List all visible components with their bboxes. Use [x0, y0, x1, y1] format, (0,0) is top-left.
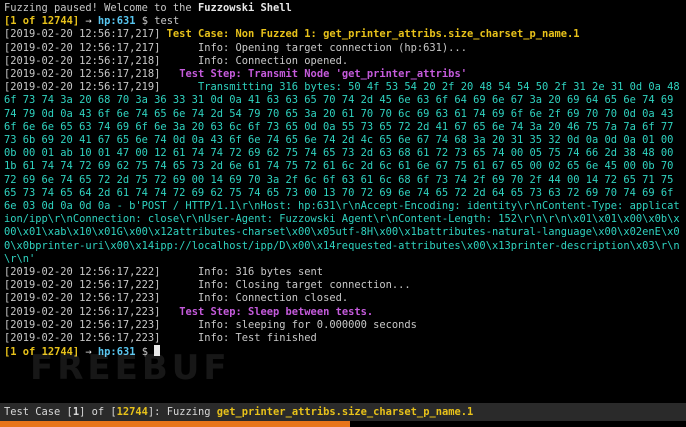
log-message: Info: Test finished	[197, 331, 317, 344]
shell-name: Fuzzowski Shell	[197, 2, 292, 14]
transmit-hex-dump: Transmitting 316 bytes: 50 4f 53 54 20 2…	[4, 81, 686, 265]
prompt-arrow-icon: →	[85, 15, 92, 28]
test-step-heading: Test Step: Transmit Node 'get_printer_at…	[179, 67, 467, 80]
log-message: Info: Connection opened.	[197, 54, 349, 67]
log-message: Info: sleeping for 0.000000 seconds	[197, 318, 417, 331]
progress-bar	[0, 421, 350, 427]
test-case-heading: Test Case: Non Fuzzed 1: get_printer_att…	[166, 28, 580, 41]
log-timestamp: [2019-02-20 12:56:17,222]	[4, 265, 161, 278]
log-message: Info: Connection closed.	[197, 292, 349, 305]
log-timestamp: [2019-02-20 12:56:17,223]	[4, 305, 161, 318]
log-message: Info: Closing target connection...	[197, 279, 411, 292]
terminal-output: Fuzzing paused! Welcome to the Fuzzowski…	[4, 2, 684, 358]
log-message: Info: Opening target connection (hp:631)…	[197, 41, 467, 54]
log-message: Info: 316 bytes sent	[197, 265, 324, 278]
prompt-symbol: $	[141, 15, 148, 28]
log-line: [2019-02-20 12:56:17,218] Info: Connecti…	[4, 55, 684, 68]
status-line: Test Case [1] of [12744]: Fuzzing get_pr…	[0, 403, 686, 421]
log-line: [2019-02-20 12:56:17,217] Info: Opening …	[4, 42, 684, 55]
test-step-heading: Test Step: Sleep between tests.	[179, 305, 374, 318]
log-timestamp: [2019-02-20 12:56:17,217]	[4, 41, 161, 54]
log-line: [2019-02-20 12:56:17,223] Info: Test fin…	[4, 332, 684, 345]
welcome-text: Fuzzing paused! Welcome to the	[4, 2, 198, 14]
welcome-line: Fuzzing paused! Welcome to the Fuzzowski…	[4, 2, 684, 15]
prompt-host: hp:631	[97, 15, 136, 28]
prompt-command: test	[154, 15, 180, 28]
log-timestamp: [2019-02-20 12:56:17,223]	[4, 331, 161, 344]
log-line: [2019-02-20 12:56:17,222] Info: Closing …	[4, 279, 684, 292]
log-timestamp: [2019-02-20 12:56:17,223]	[4, 318, 161, 331]
log-line: [2019-02-20 12:56:17,223] Info: sleeping…	[4, 319, 684, 332]
log-timestamp: [2019-02-20 12:56:17,219]	[4, 81, 161, 94]
status-case-name: get_printer_attribs.size_charset_p_name.…	[216, 406, 474, 418]
log-timestamp: [2019-02-20 12:56:17,222]	[4, 279, 161, 292]
log-line: [2019-02-20 12:56:17,218] Test Step: Tra…	[4, 68, 684, 81]
log-line: [2019-02-20 12:56:17,223] Info: Connecti…	[4, 292, 684, 305]
log-timestamp: [2019-02-20 12:56:17,218]	[4, 67, 161, 80]
log-line: [2019-02-20 12:56:17,223] Test Step: Sle…	[4, 306, 684, 319]
log-timestamp: [2019-02-20 12:56:17,217]	[4, 28, 161, 41]
watermark-logo: FREEBUF	[30, 348, 231, 388]
status-total: 12744	[116, 406, 148, 418]
prompt-line: [1 of 12744] → hp:631 $ test	[4, 15, 684, 28]
log-timestamp: [2019-02-20 12:56:17,223]	[4, 292, 161, 305]
log-timestamp: [2019-02-20 12:56:17,218]	[4, 54, 161, 67]
transmit-log: [2019-02-20 12:56:17,219] Transmitting 3…	[4, 81, 684, 266]
log-line: [2019-02-20 12:56:17,222] Info: 316 byte…	[4, 266, 684, 279]
prompt-counter: [1 of 12744]	[4, 15, 80, 28]
log-line: [2019-02-20 12:56:17,217] Test Case: Non…	[4, 28, 684, 41]
